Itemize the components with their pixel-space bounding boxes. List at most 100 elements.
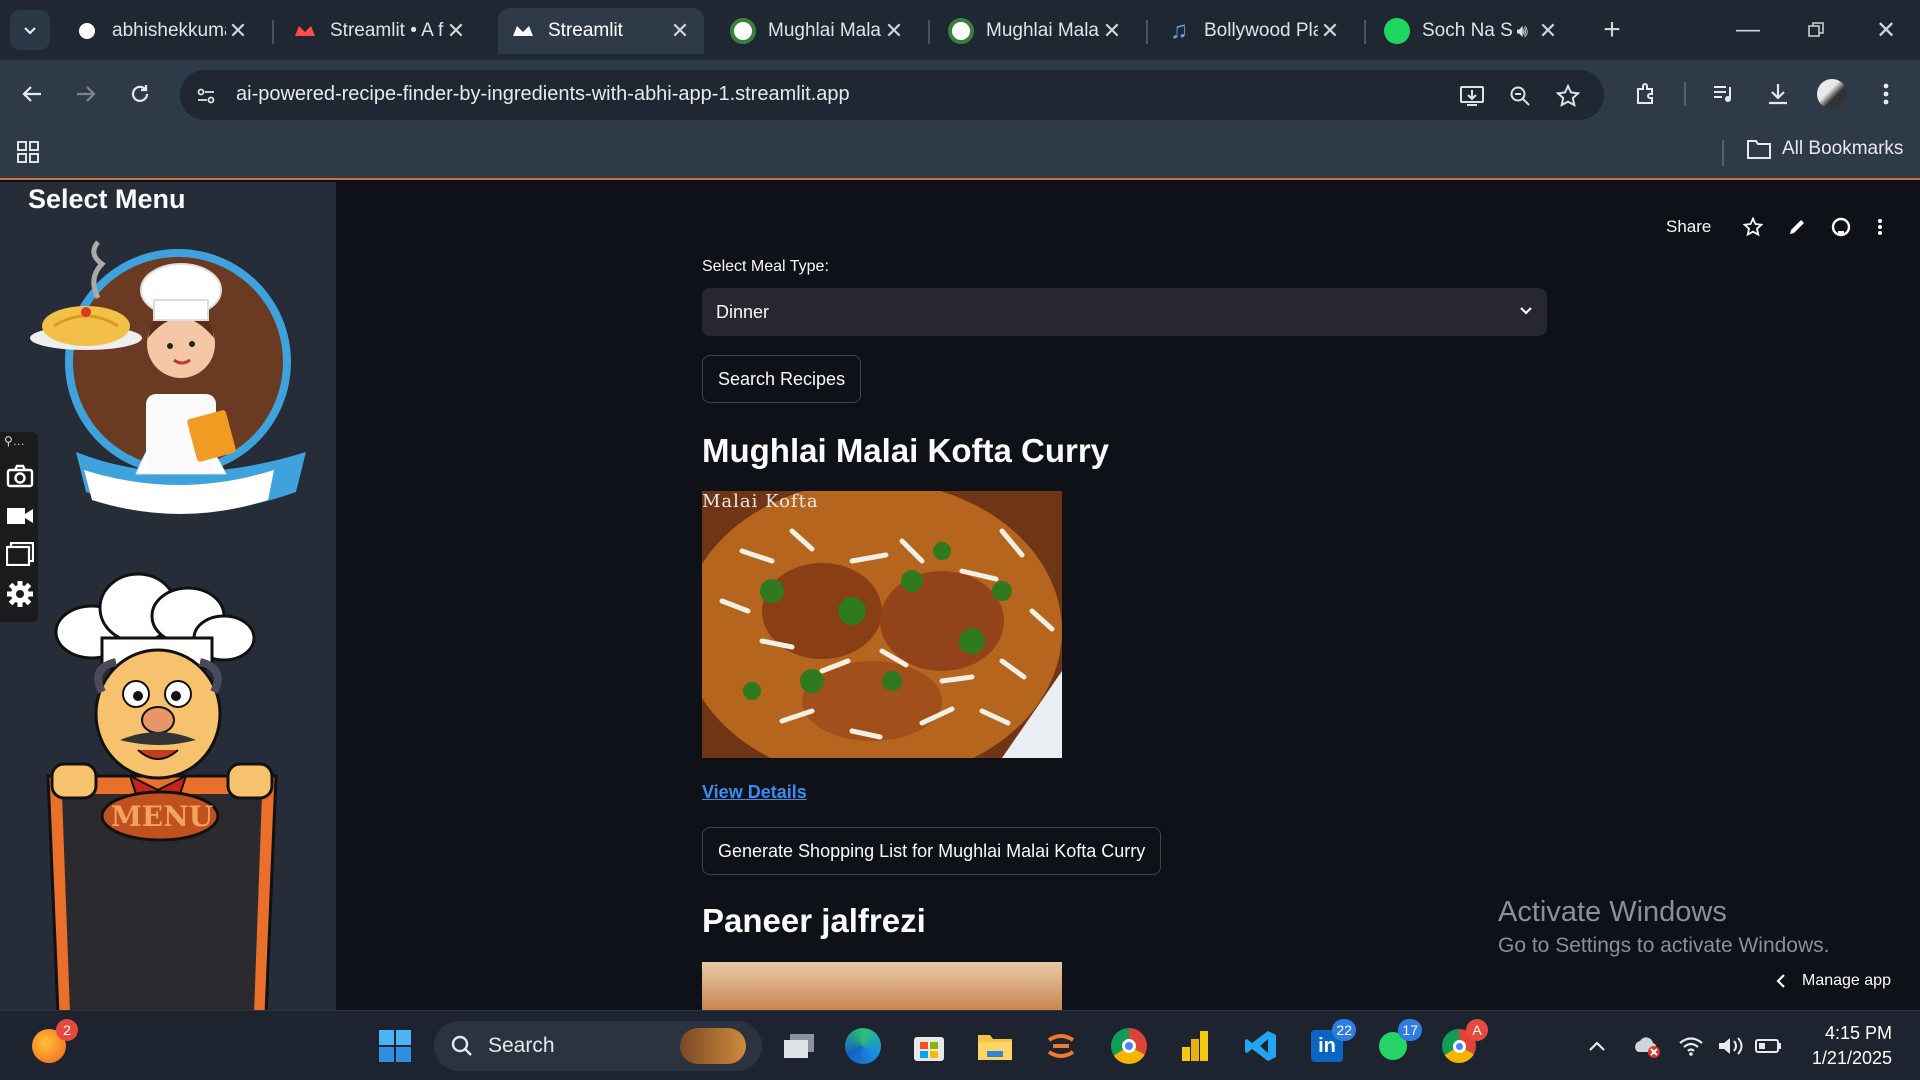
all-bookmarks-button[interactable]: All Bookmarks: [1746, 138, 1903, 160]
all-bookmarks-label: All Bookmarks: [1782, 138, 1904, 159]
wifi-icon[interactable]: [1676, 1025, 1706, 1067]
chevron-left-icon: [1776, 974, 1785, 988]
recipe-image: Malai Kofta: [702, 491, 1062, 758]
media-controls-button[interactable]: [1702, 72, 1746, 116]
task-view-icon[interactable]: [778, 1025, 820, 1067]
linkedin-icon[interactable]: in 22: [1306, 1019, 1356, 1067]
extensions-button[interactable]: [1624, 72, 1668, 116]
app-menu-kebab-icon[interactable]: [1870, 212, 1890, 242]
folder-icon: [1747, 140, 1771, 159]
site-info-icon[interactable]: [190, 80, 222, 112]
minimize-button[interactable]: —: [1726, 8, 1770, 52]
close-icon[interactable]: ✕: [444, 18, 468, 44]
edit-pencil-icon[interactable]: [1782, 212, 1812, 242]
menu-sign-text: MENU: [110, 800, 214, 833]
whatsapp-icon[interactable]: 17: [1372, 1019, 1422, 1067]
new-tab-button[interactable]: +: [1590, 8, 1634, 52]
tab-mughlai-2[interactable]: Mughlai Malai ✕: [936, 8, 1136, 54]
microsoft-store-icon[interactable]: [908, 1025, 950, 1067]
tab-bollywood[interactable]: ♫ Bollywood Pla ✕: [1154, 8, 1354, 54]
downloads-button[interactable]: [1756, 72, 1800, 116]
star-icon[interactable]: [1738, 212, 1768, 242]
bookmark-star-icon[interactable]: [1552, 80, 1584, 112]
power-bi-icon[interactable]: [1174, 1025, 1216, 1067]
tab-mughlai-1[interactable]: Mughlai Malai ✕: [718, 8, 918, 54]
close-icon[interactable]: ✕: [882, 18, 906, 44]
restore-button[interactable]: [1794, 8, 1838, 52]
manage-app-label: Manage app: [1802, 972, 1891, 989]
camera-icon[interactable]: [6, 462, 34, 490]
search-recipes-button[interactable]: Search Recipes: [702, 355, 862, 403]
close-icon[interactable]: ✕: [1318, 18, 1342, 44]
close-icon[interactable]: ✕: [668, 18, 692, 44]
chef-menu-board-image: MENU: [30, 544, 300, 1010]
clock-date: 1/21/2025: [1811, 1048, 1892, 1068]
view-details-link[interactable]: View Details: [702, 782, 807, 803]
chrome-icon[interactable]: [1108, 1025, 1150, 1067]
arrow-left-icon: [22, 86, 41, 102]
chef-woman-image: [26, 234, 306, 530]
activate-windows-title: Activate Windows: [1498, 896, 1727, 928]
reload-icon: [131, 85, 149, 102]
tab-title: Mughlai Malai: [768, 20, 882, 41]
install-app-icon[interactable]: [1456, 80, 1488, 112]
notification-badge: 17: [1398, 1019, 1422, 1041]
tab-spotify[interactable]: Soch Na S 🔊︎ ✕: [1372, 8, 1572, 54]
speaker-icon[interactable]: 🔊︎: [1517, 21, 1528, 42]
gear-icon[interactable]: [6, 580, 34, 608]
queue-music-icon: [1714, 86, 1731, 102]
battery-icon[interactable]: [1754, 1025, 1784, 1067]
github-icon[interactable]: [1826, 212, 1856, 242]
recipe-title: Paneer jalfrezi: [702, 902, 926, 939]
tab-search-button[interactable]: [10, 10, 50, 50]
onedrive-error-icon[interactable]: [1630, 1025, 1664, 1067]
notification-badge: 2: [56, 1019, 78, 1041]
tab-streamlit-a[interactable]: Streamlit • A f ✕: [280, 8, 480, 54]
pin-more-icon[interactable]: ⚲…: [4, 434, 25, 448]
manage-app-button[interactable]: Manage app: [1776, 972, 1891, 990]
back-button[interactable]: [10, 72, 54, 116]
streamlit-icon: [510, 18, 536, 44]
close-icon[interactable]: ✕: [1536, 18, 1560, 44]
file-explorer-icon[interactable]: [974, 1025, 1016, 1067]
chrome-profile-icon[interactable]: A: [1438, 1019, 1488, 1067]
avatar: [1817, 79, 1847, 109]
close-icon[interactable]: ✕: [1100, 18, 1124, 44]
reload-button[interactable]: [118, 72, 162, 116]
generate-shopping-list-button[interactable]: Generate Shopping List for Mughlai Malai…: [702, 827, 1162, 875]
vscode-icon[interactable]: [1240, 1025, 1282, 1067]
address-bar[interactable]: ai-powered-recipe-finder-by-ingredients-…: [180, 70, 1604, 120]
taskbar-search[interactable]: Search: [434, 1021, 762, 1071]
volume-icon[interactable]: [1716, 1025, 1746, 1067]
show-hidden-icons-chevron-up-icon[interactable]: [1582, 1025, 1612, 1067]
chevron-down-icon: [24, 27, 36, 35]
close-icon[interactable]: ✕: [226, 18, 250, 44]
screenshot-window-icon[interactable]: [6, 540, 34, 568]
page-icon: [730, 18, 756, 44]
system-clock[interactable]: 4:15 PM 1/21/2025: [1800, 1021, 1892, 1071]
video-camera-icon[interactable]: [6, 502, 34, 530]
kebab-menu-icon: [1883, 83, 1889, 105]
apps-grid-icon[interactable]: [16, 140, 42, 166]
url-text[interactable]: ai-powered-recipe-finder-by-ingredients-…: [236, 83, 850, 106]
search-highlight-image: [680, 1028, 746, 1064]
widgets-icon[interactable]: 2: [28, 1019, 78, 1067]
profile-avatar[interactable]: [1810, 72, 1854, 116]
windows-taskbar: 2 Search in 22 17 A 4:15 PM 1/21/2025: [0, 1010, 1920, 1080]
bookmarks-bar: All Bookmarks: [0, 128, 1920, 180]
app-orange-icon[interactable]: [1040, 1025, 1082, 1067]
meal-type-select[interactable]: Dinner: [702, 288, 1547, 336]
edge-icon[interactable]: [842, 1025, 884, 1067]
browser-menu-button[interactable]: [1864, 72, 1908, 116]
tab-title: Streamlit • A f: [330, 20, 444, 41]
close-window-button[interactable]: ✕: [1864, 8, 1908, 52]
zoom-icon[interactable]: [1504, 80, 1536, 112]
notification-badge: 22: [1332, 1019, 1356, 1041]
tab-streamlit-active[interactable]: Streamlit ✕: [498, 8, 704, 54]
tab-github[interactable]: abhishekkuma ✕: [62, 8, 262, 54]
forward-button[interactable]: [64, 72, 108, 116]
share-button[interactable]: Share: [1666, 212, 1711, 242]
music-icon: ♫: [1170, 17, 1188, 44]
sidebar: Select Menu MENU: [0, 182, 336, 1010]
start-button[interactable]: [374, 1025, 416, 1067]
